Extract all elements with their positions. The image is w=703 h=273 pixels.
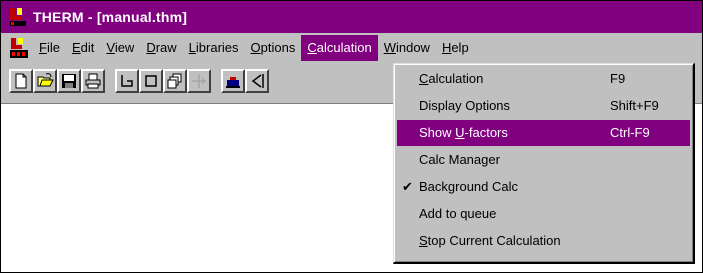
therm-window: THERM - [manual.thm] File Edit View Draw… <box>0 0 703 273</box>
menu-bar: File Edit View Draw Libraries Options Ca… <box>1 33 702 63</box>
calculation-menu: Calculation F9 Display Options Shift+F9 … <box>393 63 695 264</box>
menu-calculation[interactable]: Calculation <box>301 35 378 61</box>
polygon-icon[interactable] <box>115 69 139 93</box>
checkmark-icon: ✔ <box>402 179 413 194</box>
boundary-condition-icon[interactable] <box>221 69 245 93</box>
print-icon[interactable] <box>81 69 105 93</box>
menu-libraries[interactable]: Libraries <box>183 35 245 61</box>
title-bar[interactable]: THERM - [manual.thm] <box>1 1 702 33</box>
shortcut: F9 <box>610 71 626 86</box>
open-folder-icon[interactable] <box>33 69 57 93</box>
menu-item-display-options[interactable]: Display Options Shift+F9 <box>397 93 690 119</box>
shortcut: Shift+F9 <box>610 98 659 113</box>
shortcut: Ctrl-F9 <box>610 125 650 140</box>
menu-draw[interactable]: Draw <box>140 35 182 61</box>
menu-window[interactable]: Window <box>378 35 436 61</box>
menu-edit[interactable]: Edit <box>66 35 100 61</box>
menu-item-calc-manager[interactable]: Calc Manager <box>397 147 690 173</box>
menu-item-calculation[interactable]: Calculation F9 <box>397 66 690 92</box>
menu-file[interactable]: File <box>33 35 66 61</box>
locate-point-icon[interactable] <box>187 69 211 93</box>
menu-help[interactable]: Help <box>436 35 475 61</box>
window-title: THERM - [manual.thm] <box>33 9 188 25</box>
rectangle-icon[interactable] <box>139 69 163 93</box>
document-system-icon[interactable] <box>9 37 29 59</box>
draw-line-icon[interactable] <box>245 69 269 93</box>
menu-options[interactable]: Options <box>245 35 302 61</box>
menu-item-add-to-queue[interactable]: Add to queue <box>397 201 690 227</box>
save-icon[interactable] <box>57 69 81 93</box>
new-file-icon[interactable] <box>9 69 33 93</box>
menu-item-stop-current-calculation[interactable]: Stop Current Calculation <box>397 228 690 254</box>
fill-void-icon[interactable] <box>163 69 187 93</box>
menu-item-background-calc[interactable]: ✔ Background Calc <box>397 174 690 200</box>
menu-view[interactable]: View <box>100 35 140 61</box>
therm-app-icon[interactable] <box>9 7 27 27</box>
menu-item-show-u-factors[interactable]: Show U-factors Ctrl-F9 <box>397 120 690 146</box>
